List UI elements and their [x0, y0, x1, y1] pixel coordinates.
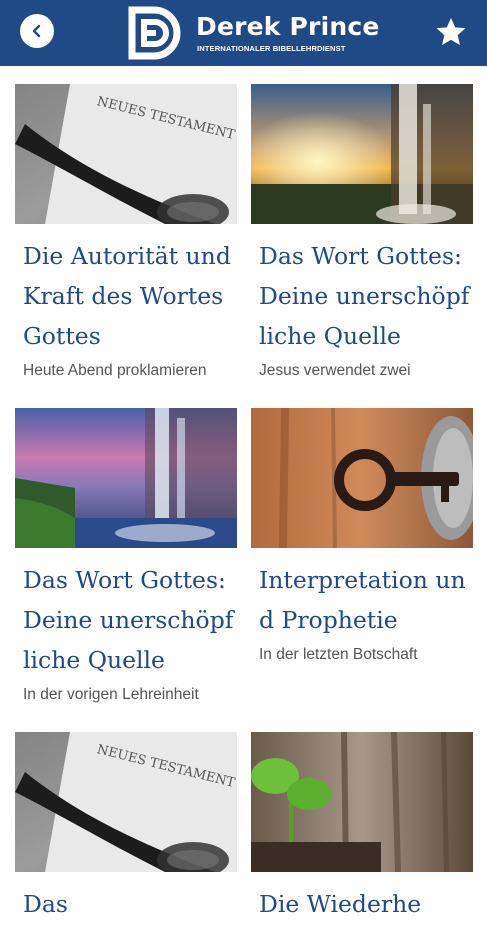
waterfall-sunset-thumbnail	[251, 84, 473, 224]
chevron-left-icon	[32, 24, 41, 38]
article-excerpt: In der vorigen Lehreinheit	[23, 686, 199, 703]
star-icon[interactable]	[435, 16, 467, 48]
article-card[interactable]: Das Wort Gottes: Deine unerschöpfliche Q…	[251, 84, 473, 380]
book-magnifier-thumbnail: NEUES TESTAMENT	[15, 732, 237, 872]
sprout-wood-thumbnail	[251, 732, 473, 872]
article-grid: NEUES TESTAMENT Die Autorität und Kraft …	[0, 66, 487, 918]
brand-subtitle: INTERNATIONALER BIBELLEHRDIENST	[197, 44, 346, 53]
article-title: Interpretation und Prophetie	[259, 566, 466, 634]
article-title: Die Wiederhe	[259, 890, 422, 918]
key-in-lock-thumbnail	[251, 408, 473, 548]
article-title: Das Wort Gottes: Deine unerschöpfliche Q…	[259, 242, 470, 350]
article-excerpt: In der letzten Botschaft	[259, 646, 418, 663]
article-title: Das Wort Gottes: Deine unerschöpfliche Q…	[23, 566, 234, 674]
derek-prince-logo-icon	[128, 6, 181, 60]
article-card[interactable]: Die Wiederhe	[251, 732, 473, 930]
article-excerpt: Jesus verwendet zwei	[259, 362, 411, 379]
article-card[interactable]: Das Wort Gottes: Deine unerschöpfliche Q…	[15, 408, 237, 704]
app-header: Derek Prince INTERNATIONALER BIBELLEHRDI…	[0, 0, 487, 66]
waterfall-dusk-thumbnail	[15, 408, 237, 548]
brand-name: Derek Prince	[196, 12, 380, 41]
article-card[interactable]: NEUES TESTAMENT Die Autorität und Kraft …	[15, 84, 237, 380]
article-title: Das	[23, 890, 68, 918]
article-card[interactable]: Interpretation und Prophetie In der letz…	[251, 408, 473, 664]
article-title: Die Autorität und Kraft des Wortes Gotte…	[23, 242, 231, 350]
article-card[interactable]: NEUES TESTAMENT Das	[15, 732, 237, 930]
back-button[interactable]	[20, 14, 54, 48]
brand-logo: Derek Prince INTERNATIONALER BIBELLEHRDI…	[126, 6, 379, 60]
book-magnifier-thumbnail: NEUES TESTAMENT	[15, 84, 237, 224]
article-excerpt: Heute Abend proklamieren	[23, 362, 207, 379]
